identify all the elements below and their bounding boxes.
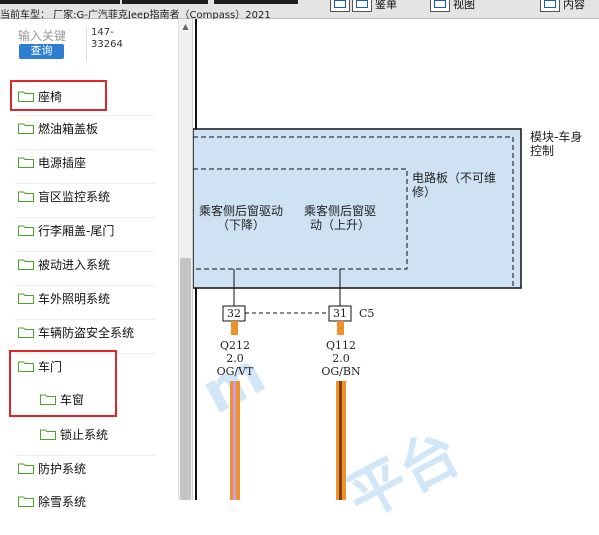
folder-icon (18, 258, 34, 270)
tree-item-liftgate[interactable]: 行李厢盖-尾门 (18, 218, 114, 242)
tree-item-doors[interactable]: 车门 (18, 354, 62, 378)
tree-item-label: 除雪系统 (38, 494, 87, 509)
search-button[interactable]: 查询 (19, 44, 64, 59)
tree-item-label: 车门 (38, 359, 63, 374)
wire-segment-orange (337, 321, 344, 335)
folder-icon (40, 393, 56, 405)
pin-number-31: 31 (333, 307, 347, 320)
document-code-line: 147- (91, 27, 114, 38)
folder-icon (18, 122, 34, 134)
connector-label: C5 (359, 307, 375, 320)
tree-item-anti-theft[interactable]: 车辆防盗安全系统 (18, 320, 134, 344)
tree-item-label: 电源插座 (38, 155, 87, 170)
document-code: 147- 33264 (86, 27, 127, 62)
folder-icon (18, 90, 34, 102)
tree-item-label: 车窗 (60, 392, 85, 407)
tree-item-blind-spot[interactable]: 盲区监控系统 (18, 184, 110, 208)
toolbar-window-button[interactable] (330, 0, 350, 14)
wire-segment-orange (231, 321, 238, 335)
toolbar-view-label: 视图 (453, 0, 475, 11)
driver-up-label: 乘客侧后窗驱动（上升） (303, 204, 376, 232)
wire-stripe-violet (233, 381, 236, 500)
folder-icon (18, 495, 34, 507)
toolbar-list-button[interactable]: 鉴单 (352, 0, 397, 14)
wire-2-circuit: Q112 (325, 339, 356, 352)
folder-icon (18, 190, 34, 202)
top-toolbar: 当前车型： 厂家:G-广汽菲克Jeep指南者（Compass）2021 鉴单 视… (0, 0, 599, 21)
tree-item-seat[interactable]: 座椅 (18, 84, 62, 108)
folder-icon (18, 292, 34, 304)
scrollbar-thumb[interactable] (180, 258, 191, 500)
view-icon (430, 0, 450, 12)
wire-1-color: OG/VT (216, 365, 254, 378)
toolbar-dark-strip-3 (214, 0, 298, 4)
driver-down-label: 乘客侧后窗驱动（下降） (198, 204, 283, 232)
search-input[interactable] (18, 29, 78, 43)
folder-icon (18, 462, 34, 474)
tree-item-fuel-door[interactable]: 燃油箱盖板 (18, 116, 98, 140)
tree-item-label: 锁止系统 (60, 427, 109, 442)
tree-item-power-outlet[interactable]: 电源插座 (18, 150, 86, 174)
wire-2-color: OG/BN (321, 365, 361, 378)
list-icon (352, 0, 372, 12)
tree-item-label: 防护系统 (38, 461, 87, 476)
tree-item-passive-entry[interactable]: 被动进入系统 (18, 252, 110, 276)
diagram-canvas (193, 19, 522, 500)
tree-item-windows[interactable]: 车窗 (40, 387, 84, 411)
wiring-diagram: m 平台 模块-车身控制 电路板（不可维修） 乘客侧后窗驱动（下降） 乘客侧后窗… (191, 19, 599, 533)
sidebar: 查询 147- 33264 座椅 燃油箱盖板 电源插座 盲区监控系统 行李厢盖-… (0, 19, 193, 509)
tree-item-defrost[interactable]: 除雪系统 (18, 489, 86, 513)
circuit-board-label: 电路板（不可维修） (412, 171, 497, 199)
tree-item-label: 行李厢盖-尾门 (38, 223, 115, 238)
toolbar-dark-strip (0, 0, 120, 4)
toolbar-dark-strip-2 (122, 0, 208, 4)
scroll-up-icon[interactable]: ▲ (179, 21, 192, 33)
wire-1-circuit: Q212 (219, 339, 250, 352)
tree-item-label: 盲区监控系统 (38, 189, 111, 204)
folder-icon (18, 360, 34, 372)
tree-item-label: 燃油箱盖板 (38, 121, 99, 136)
content-icon (540, 0, 560, 12)
tree-item-label: 座椅 (38, 89, 63, 104)
folder-icon (18, 326, 34, 338)
toolbar-content-label: 内容 (563, 0, 585, 11)
pin-number-32: 32 (227, 307, 241, 320)
tree-item-label: 车外照明系统 (38, 291, 111, 306)
window-icon (330, 0, 350, 12)
tree-item-protection[interactable]: 防护系统 (18, 456, 86, 480)
tree-item-locks[interactable]: 锁止系统 (40, 422, 108, 446)
tree-item-label: 车辆防盗安全系统 (38, 325, 135, 340)
toolbar-content-button[interactable]: 内容 (540, 0, 585, 14)
module-label: 模块-车身控制 (530, 130, 583, 158)
folder-icon (18, 156, 34, 168)
folder-icon (40, 428, 56, 440)
folder-icon (18, 224, 34, 236)
tree-item-label: 被动进入系统 (38, 257, 111, 272)
document-code-line: 33264 (91, 39, 123, 50)
sidebar-scrollbar[interactable]: ▲ (178, 19, 192, 500)
tree-item-exterior-lighting[interactable]: 车外照明系统 (18, 286, 110, 310)
wire-stripe-brown (339, 381, 342, 500)
toolbar-list-label: 鉴单 (375, 0, 397, 11)
wire-2-gauge: 2.0 (332, 352, 350, 365)
toolbar-view-button[interactable]: 视图 (430, 0, 475, 14)
wire-1-gauge: 2.0 (226, 352, 244, 365)
